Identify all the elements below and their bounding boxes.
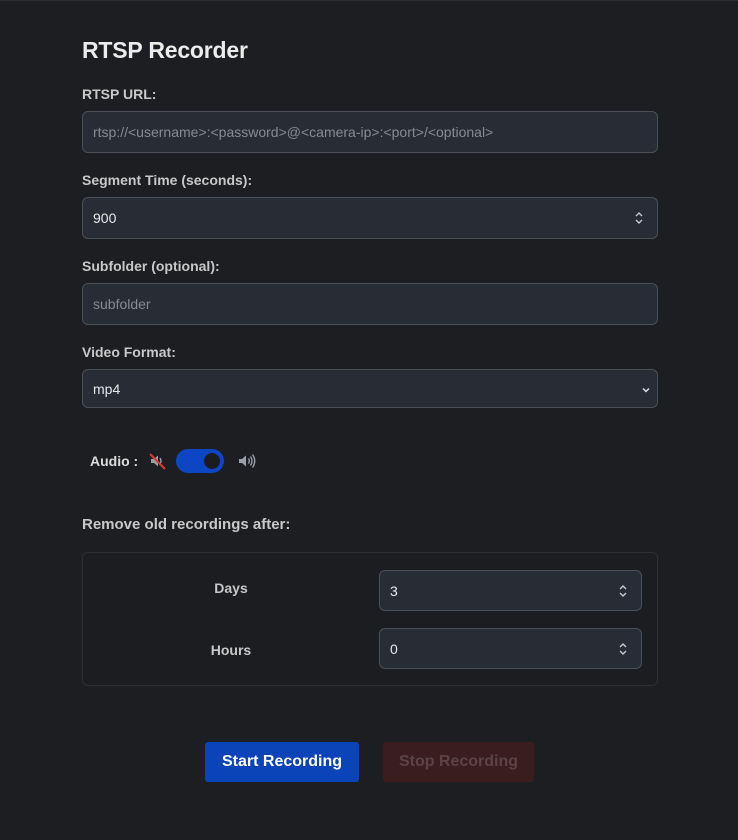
page-title: RTSP Recorder — [82, 37, 248, 63]
stop-recording-button[interactable]: Stop Recording — [383, 742, 534, 782]
days-label: Days — [214, 580, 248, 596]
rtsp-recorder-page: RTSP Recorder RTSP URL: Segment Time (se… — [0, 0, 738, 840]
segment-time-label: Segment Time (seconds): — [82, 172, 253, 188]
audio-toggle[interactable] — [176, 449, 225, 473]
retention-heading: Remove old recordings after: — [82, 516, 291, 533]
hours-stepper-icon[interactable] — [617, 641, 629, 657]
rtsp-url-field — [82, 111, 658, 153]
video-format-select[interactable]: mp4 — [82, 369, 658, 408]
hours-input[interactable] — [390, 640, 631, 657]
segment-time-field — [82, 197, 658, 239]
days-input[interactable] — [390, 582, 631, 599]
audio-label: Audio : — [90, 453, 139, 469]
subfolder-label: Subfolder (optional): — [82, 258, 220, 274]
speaker-icon — [237, 451, 257, 471]
video-format-label: Video Format: — [82, 344, 176, 360]
chevron-down-icon — [641, 381, 651, 397]
video-format-selected: mp4 — [93, 380, 121, 397]
retention-panel: Days Hours — [82, 552, 658, 686]
muted-speaker-icon — [148, 451, 168, 471]
subfolder-field — [82, 283, 658, 325]
audio-row: Audio : — [90, 447, 257, 475]
rtsp-url-input[interactable] — [93, 124, 647, 140]
subfolder-input[interactable] — [93, 296, 647, 312]
segment-time-input[interactable] — [93, 210, 647, 226]
days-field — [379, 570, 642, 611]
days-stepper-icon[interactable] — [617, 583, 629, 599]
start-recording-button[interactable]: Start Recording — [205, 742, 359, 782]
hours-label: Hours — [210, 642, 252, 658]
segment-time-stepper-icon[interactable] — [633, 210, 645, 226]
rtsp-url-label: RTSP URL: — [82, 86, 157, 102]
hours-field — [379, 628, 642, 669]
toggle-knob — [204, 453, 221, 469]
